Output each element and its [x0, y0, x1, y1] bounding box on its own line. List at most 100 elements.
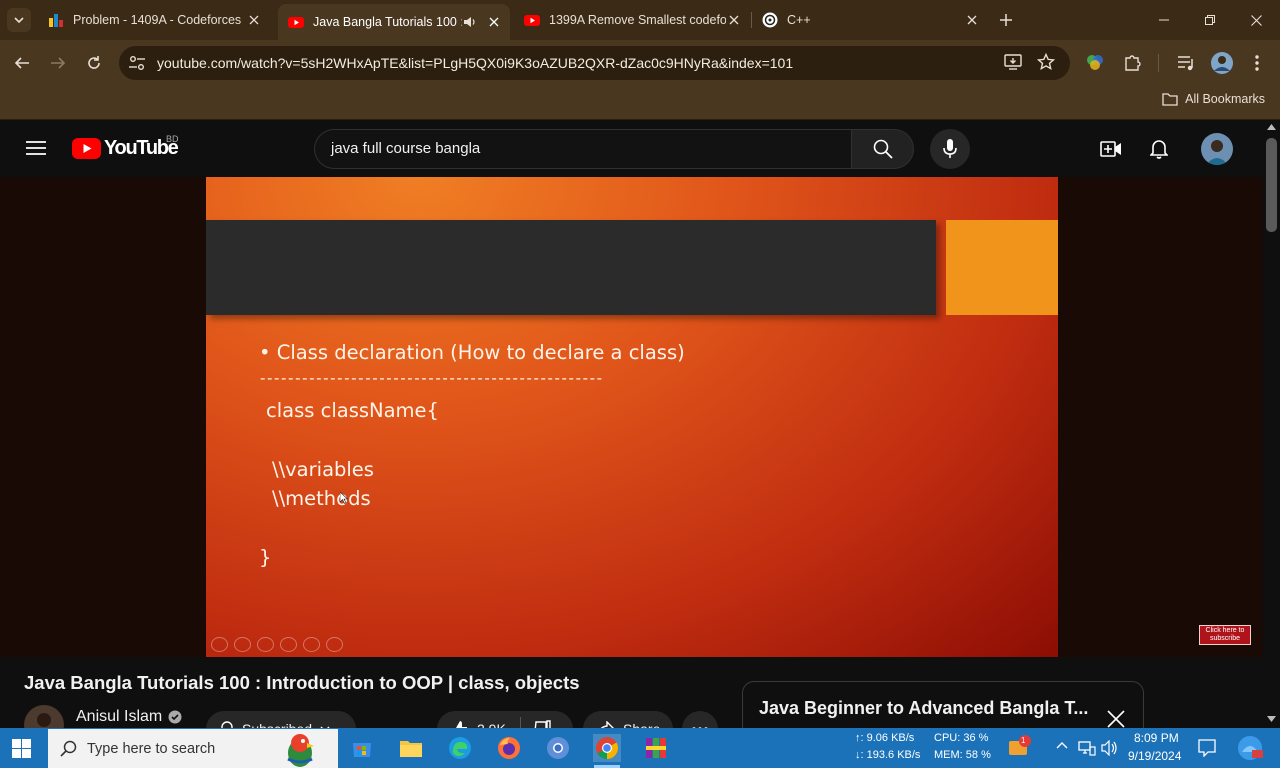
network-download-speed: ↓: 193.6 KB/s — [855, 749, 921, 761]
notifications-button[interactable] — [1139, 129, 1179, 169]
winrar-icon — [645, 737, 667, 759]
youtube-logo[interactable]: YouTube — [72, 137, 179, 160]
more-vertical-icon[interactable] — [1254, 54, 1260, 72]
windows-start-icon[interactable] — [12, 739, 31, 758]
taskbar-chrome-app[interactable] — [593, 734, 621, 762]
toolbar-divider — [1158, 54, 1159, 72]
taskbar-store-app[interactable] — [348, 734, 376, 762]
close-icon[interactable] — [964, 12, 980, 28]
slide-code-line: class className{ — [266, 399, 439, 422]
network-icon[interactable] — [1078, 740, 1096, 756]
chevron-up-icon[interactable] — [1056, 741, 1068, 749]
slide-prev-control[interactable] — [211, 637, 228, 652]
playlist-title[interactable]: Java Beginner to Advanced Bangla T... — [759, 698, 1088, 719]
extensions-puzzle-icon[interactable] — [1123, 53, 1141, 71]
youtube-icon — [524, 12, 540, 28]
scroll-up-arrow-icon[interactable] — [1267, 124, 1276, 130]
verified-badge-icon — [168, 710, 182, 724]
slide-divider-line: ----------------------------------------… — [260, 369, 604, 387]
tab-title: C++ — [787, 13, 811, 27]
slide-title-band — [206, 220, 936, 315]
weather-widget-icon[interactable] — [1236, 734, 1264, 762]
tab-cpp[interactable]: C++ — [752, 6, 988, 34]
action-center-icon[interactable] — [1198, 739, 1216, 757]
slide-code-line: } — [259, 546, 272, 569]
close-window-button[interactable] — [1233, 0, 1279, 40]
clock-date[interactable]: 9/19/2024 — [1128, 749, 1181, 763]
tab-title: 1399A Remove Smallest codefo — [549, 13, 726, 27]
slide-next-control[interactable] — [234, 637, 251, 652]
slide-view-control[interactable] — [280, 637, 297, 652]
create-button[interactable] — [1091, 129, 1131, 169]
chatgpt-icon — [762, 12, 778, 28]
slide-code-line: \\variables — [272, 458, 374, 481]
channel-name[interactable]: Anisul Islam — [76, 708, 162, 726]
volume-icon[interactable] — [1101, 740, 1118, 756]
youtube-icon — [288, 14, 304, 30]
region-code: BD — [166, 134, 179, 144]
tab-java-tutorial[interactable]: Java Bangla Tutorials 100 : I — [278, 4, 510, 40]
url-text[interactable]: youtube.com/watch?v=5sH2WHxApTE&list=PLg… — [157, 55, 793, 71]
taskbar-chromium-app[interactable] — [544, 734, 572, 762]
microphone-icon — [943, 139, 957, 159]
slide-more-control[interactable] — [326, 637, 343, 652]
bell-icon — [1150, 139, 1168, 159]
all-bookmarks-button[interactable]: All Bookmarks — [1162, 92, 1265, 106]
taskbar-edge-app[interactable] — [446, 734, 474, 762]
youtube-play-logo-icon — [72, 138, 101, 159]
taskbar-firefox-app[interactable] — [495, 734, 523, 762]
forward-button[interactable] — [44, 49, 72, 77]
taskbar-winrar-app[interactable] — [642, 734, 670, 762]
user-avatar[interactable] — [1201, 133, 1233, 165]
plus-icon — [1000, 14, 1012, 26]
tray-notification-count: 1 — [1021, 736, 1026, 745]
subscribe-watermark[interactable]: Click here to subscribe — [1199, 625, 1251, 645]
restore-button[interactable] — [1187, 0, 1233, 40]
extension-color-icon[interactable] — [1086, 53, 1104, 71]
tray-notification-app-icon[interactable] — [1007, 735, 1033, 757]
slide-code-line: \\methods — [272, 487, 371, 510]
close-icon[interactable] — [246, 12, 262, 28]
folder-icon — [1162, 92, 1178, 106]
hamburger-menu-icon[interactable] — [26, 140, 46, 156]
slide-pen-control[interactable] — [257, 637, 274, 652]
tab-title: Problem - 1409A - Codeforces — [73, 13, 242, 27]
profile-avatar-icon[interactable] — [1211, 52, 1233, 74]
restore-icon — [1205, 15, 1215, 25]
search-button[interactable] — [851, 129, 914, 169]
tab-codeforces[interactable]: Problem - 1409A - Codeforces — [38, 6, 270, 34]
tab-search-button[interactable] — [7, 8, 31, 32]
new-tab-button[interactable] — [992, 0, 1020, 40]
slide-zoom-control[interactable] — [303, 637, 320, 652]
audio-playing-icon[interactable] — [462, 14, 478, 30]
reload-button[interactable] — [80, 49, 108, 77]
back-button[interactable] — [8, 49, 36, 77]
chrome-icon — [595, 736, 619, 760]
tab-title: Java Bangla Tutorials 100 : I — [313, 15, 462, 29]
taskbar-search-box[interactable]: Type here to search — [48, 729, 338, 768]
arrow-right-icon — [50, 55, 66, 71]
taskbar-file-explorer-app[interactable] — [397, 734, 425, 762]
taskbar-search-placeholder: Type here to search — [87, 740, 216, 757]
presentation-slide[interactable]: • Class declaration (How to declare a cl… — [206, 177, 1058, 657]
site-info-icon[interactable] — [128, 55, 146, 71]
search-input[interactable]: java full course bangla — [314, 129, 851, 169]
minimize-button[interactable] — [1141, 0, 1187, 40]
close-icon[interactable] — [726, 12, 742, 28]
star-icon[interactable] — [1037, 53, 1055, 71]
scrollbar-thumb[interactable] — [1266, 138, 1277, 232]
media-controls-icon[interactable] — [1177, 54, 1195, 72]
scroll-down-arrow-icon[interactable] — [1267, 716, 1276, 722]
voice-search-button[interactable] — [930, 129, 970, 169]
install-app-icon[interactable] — [1004, 53, 1022, 71]
close-icon[interactable] — [486, 14, 502, 30]
memory-usage: MEM: 58 % — [934, 749, 991, 761]
network-upload-speed: ↑: 9.06 KB/s — [855, 732, 915, 744]
clock-time[interactable]: 8:09 PM — [1134, 731, 1179, 745]
edge-browser-icon — [448, 736, 472, 760]
bookmarks-bar — [0, 85, 1280, 120]
all-bookmarks-label: All Bookmarks — [1185, 92, 1265, 106]
close-icon[interactable] — [1106, 709, 1126, 729]
tab-1399a[interactable]: 1399A Remove Smallest codefo — [514, 6, 750, 34]
folder-icon — [399, 738, 423, 758]
